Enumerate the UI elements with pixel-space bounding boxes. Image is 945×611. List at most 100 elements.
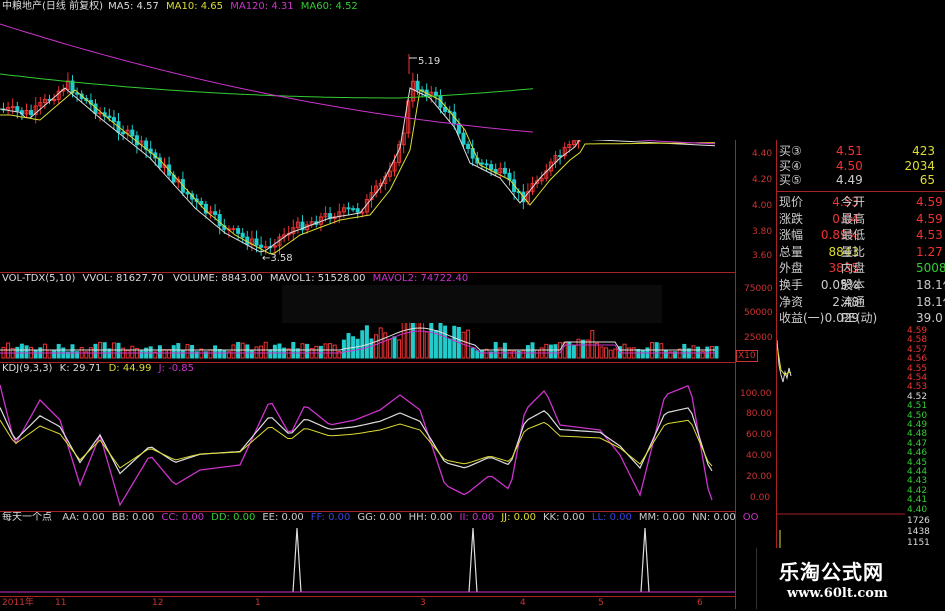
price-tick: 4.40 — [752, 149, 773, 159]
volume-bar — [659, 343, 664, 359]
buy-price: 4.50 — [836, 158, 863, 173]
volume-bar — [516, 350, 521, 359]
volume-bar — [318, 345, 323, 359]
candle-body — [15, 106, 20, 112]
panel-separator — [0, 511, 735, 512]
quote-row-clipped — [779, 133, 945, 141]
volume-bar — [360, 330, 365, 359]
indicator-value-5: FF: 0.00 — [310, 512, 351, 523]
kdj-chart[interactable] — [0, 375, 735, 510]
chart-occluded-region — [533, 0, 945, 140]
volume-bar — [369, 338, 374, 359]
date-tick: 1 — [255, 598, 261, 608]
volume-bar — [217, 348, 222, 359]
volume-bar — [470, 347, 475, 359]
indicator-value-8: II: 0.00 — [459, 512, 495, 523]
indicator-value-3: DD: 0.00 — [211, 512, 256, 523]
volume-bar — [70, 344, 75, 359]
stock-title[interactable]: 中粮地产(日线 前复权) — [2, 1, 103, 12]
low-price-value: 3.58 — [270, 253, 293, 264]
custom-indicator-name[interactable]: 每天一个点 — [2, 512, 52, 523]
volume-bar — [383, 332, 388, 359]
date-tick: 5 — [598, 598, 604, 608]
indicator-value-2: CC: 0.00 — [161, 512, 205, 523]
volume-bar — [691, 345, 696, 359]
stat-l2: 内盘 — [841, 261, 866, 276]
volume-indicator-name[interactable]: VOL-TDX(5,10) — [2, 273, 75, 284]
volume-bar — [346, 333, 351, 359]
stat-row: 总量 8843 量比 1.27 — [779, 245, 945, 260]
indicator-value-6: GG: 0.00 — [357, 512, 402, 523]
stat-row: 涨跌 0.04 最高 4.59 — [779, 212, 945, 227]
stat-row: 净资2.48流通18.1亿 — [779, 295, 945, 310]
volume-bar — [277, 343, 282, 359]
indicator-value-11: LL: 0.00 — [591, 512, 632, 523]
candle-body — [121, 131, 126, 135]
date-tick: 11 — [55, 598, 67, 608]
kdj-tick: 80.00 — [746, 409, 772, 419]
candle-body — [213, 211, 218, 216]
candle-body — [130, 129, 135, 137]
price-tick: 4.20 — [752, 175, 773, 185]
price-tick: 3.80 — [752, 227, 773, 237]
volume-bar — [355, 338, 360, 359]
volume-bar — [512, 350, 517, 359]
kdj-d-value: D: 44.99 — [108, 363, 152, 374]
stat-v2: 18.1亿 — [916, 294, 945, 309]
low-price-label: ←3.58 — [262, 253, 293, 264]
buy-volume: 65 — [919, 173, 935, 187]
volume-bar — [364, 325, 369, 359]
volume-bar — [314, 345, 319, 359]
stat-v2: 4.53 — [916, 228, 943, 243]
stat-v2: 5008 — [916, 261, 945, 276]
volume-bar — [535, 349, 540, 359]
custom-indicator-chart[interactable] — [0, 524, 735, 594]
candle-body — [479, 162, 484, 165]
volume-bar — [581, 339, 586, 359]
indicator-value-12: MM: 0.00 — [638, 512, 685, 523]
volume-bar — [130, 345, 135, 359]
volume-dark-block — [282, 285, 662, 323]
buy-label: 买③ — [779, 144, 802, 158]
intraday-volume-tick: 1151 — [907, 538, 930, 548]
volume-bar — [410, 319, 415, 359]
kdj-indicator-name[interactable]: KDJ(9,3,3) — [2, 363, 52, 374]
kdj-j-line — [0, 384, 713, 507]
volume-bar — [521, 350, 526, 359]
volume-bar — [167, 349, 172, 359]
volume-bar — [548, 344, 553, 359]
kdj-tick: 40.00 — [746, 451, 772, 461]
buy-volume: 423 — [912, 144, 935, 158]
stat-l2: 流通 — [841, 294, 866, 309]
indicator-spike — [292, 527, 302, 593]
volume-tick: 50000 — [744, 308, 773, 318]
volume-axis: 75000 50000 25000 X10 — [736, 280, 776, 362]
volume-bar — [622, 343, 627, 359]
kdj-k-value: K: 29.71 — [59, 363, 102, 374]
indicator-value-4: EE: 0.00 — [262, 512, 304, 523]
volume-bar — [397, 339, 402, 359]
stat-l2: 最低 — [841, 228, 866, 243]
volume-bar — [332, 344, 337, 359]
date-tick: 2011年 — [2, 598, 34, 608]
intraday-price-axis: 4.59 4.58 4.57 4.56 4.55 4.54 4.53 4.52 4.51 4.50… — [905, 320, 945, 520]
indicator-value-13: NN: 0.00 — [691, 512, 736, 523]
ma10-value: MA10: 4.65 — [166, 1, 224, 12]
stat-l1: 净资 — [779, 294, 804, 309]
volume-bar — [56, 343, 61, 359]
volume-bar — [93, 343, 98, 359]
volume-bar — [249, 350, 254, 359]
stat-l1: 总量 — [779, 244, 804, 259]
kdj-tick: 60.00 — [746, 430, 772, 440]
volume-bar — [709, 346, 714, 359]
candle-body — [558, 155, 563, 158]
volume-bar — [424, 331, 429, 359]
buy-label: 买⑤ — [779, 173, 802, 187]
indicator-value-1: BB: 0.00 — [111, 512, 155, 523]
date-axis: 2011年 11 12 1 3 4 5 6 — [0, 596, 735, 610]
mavol1-value: MAVOL1: 51528.00 — [269, 273, 366, 284]
volume-bar — [323, 343, 328, 359]
volume-bar — [714, 346, 719, 359]
volume-bar — [116, 342, 121, 359]
volume-bar — [636, 348, 641, 359]
